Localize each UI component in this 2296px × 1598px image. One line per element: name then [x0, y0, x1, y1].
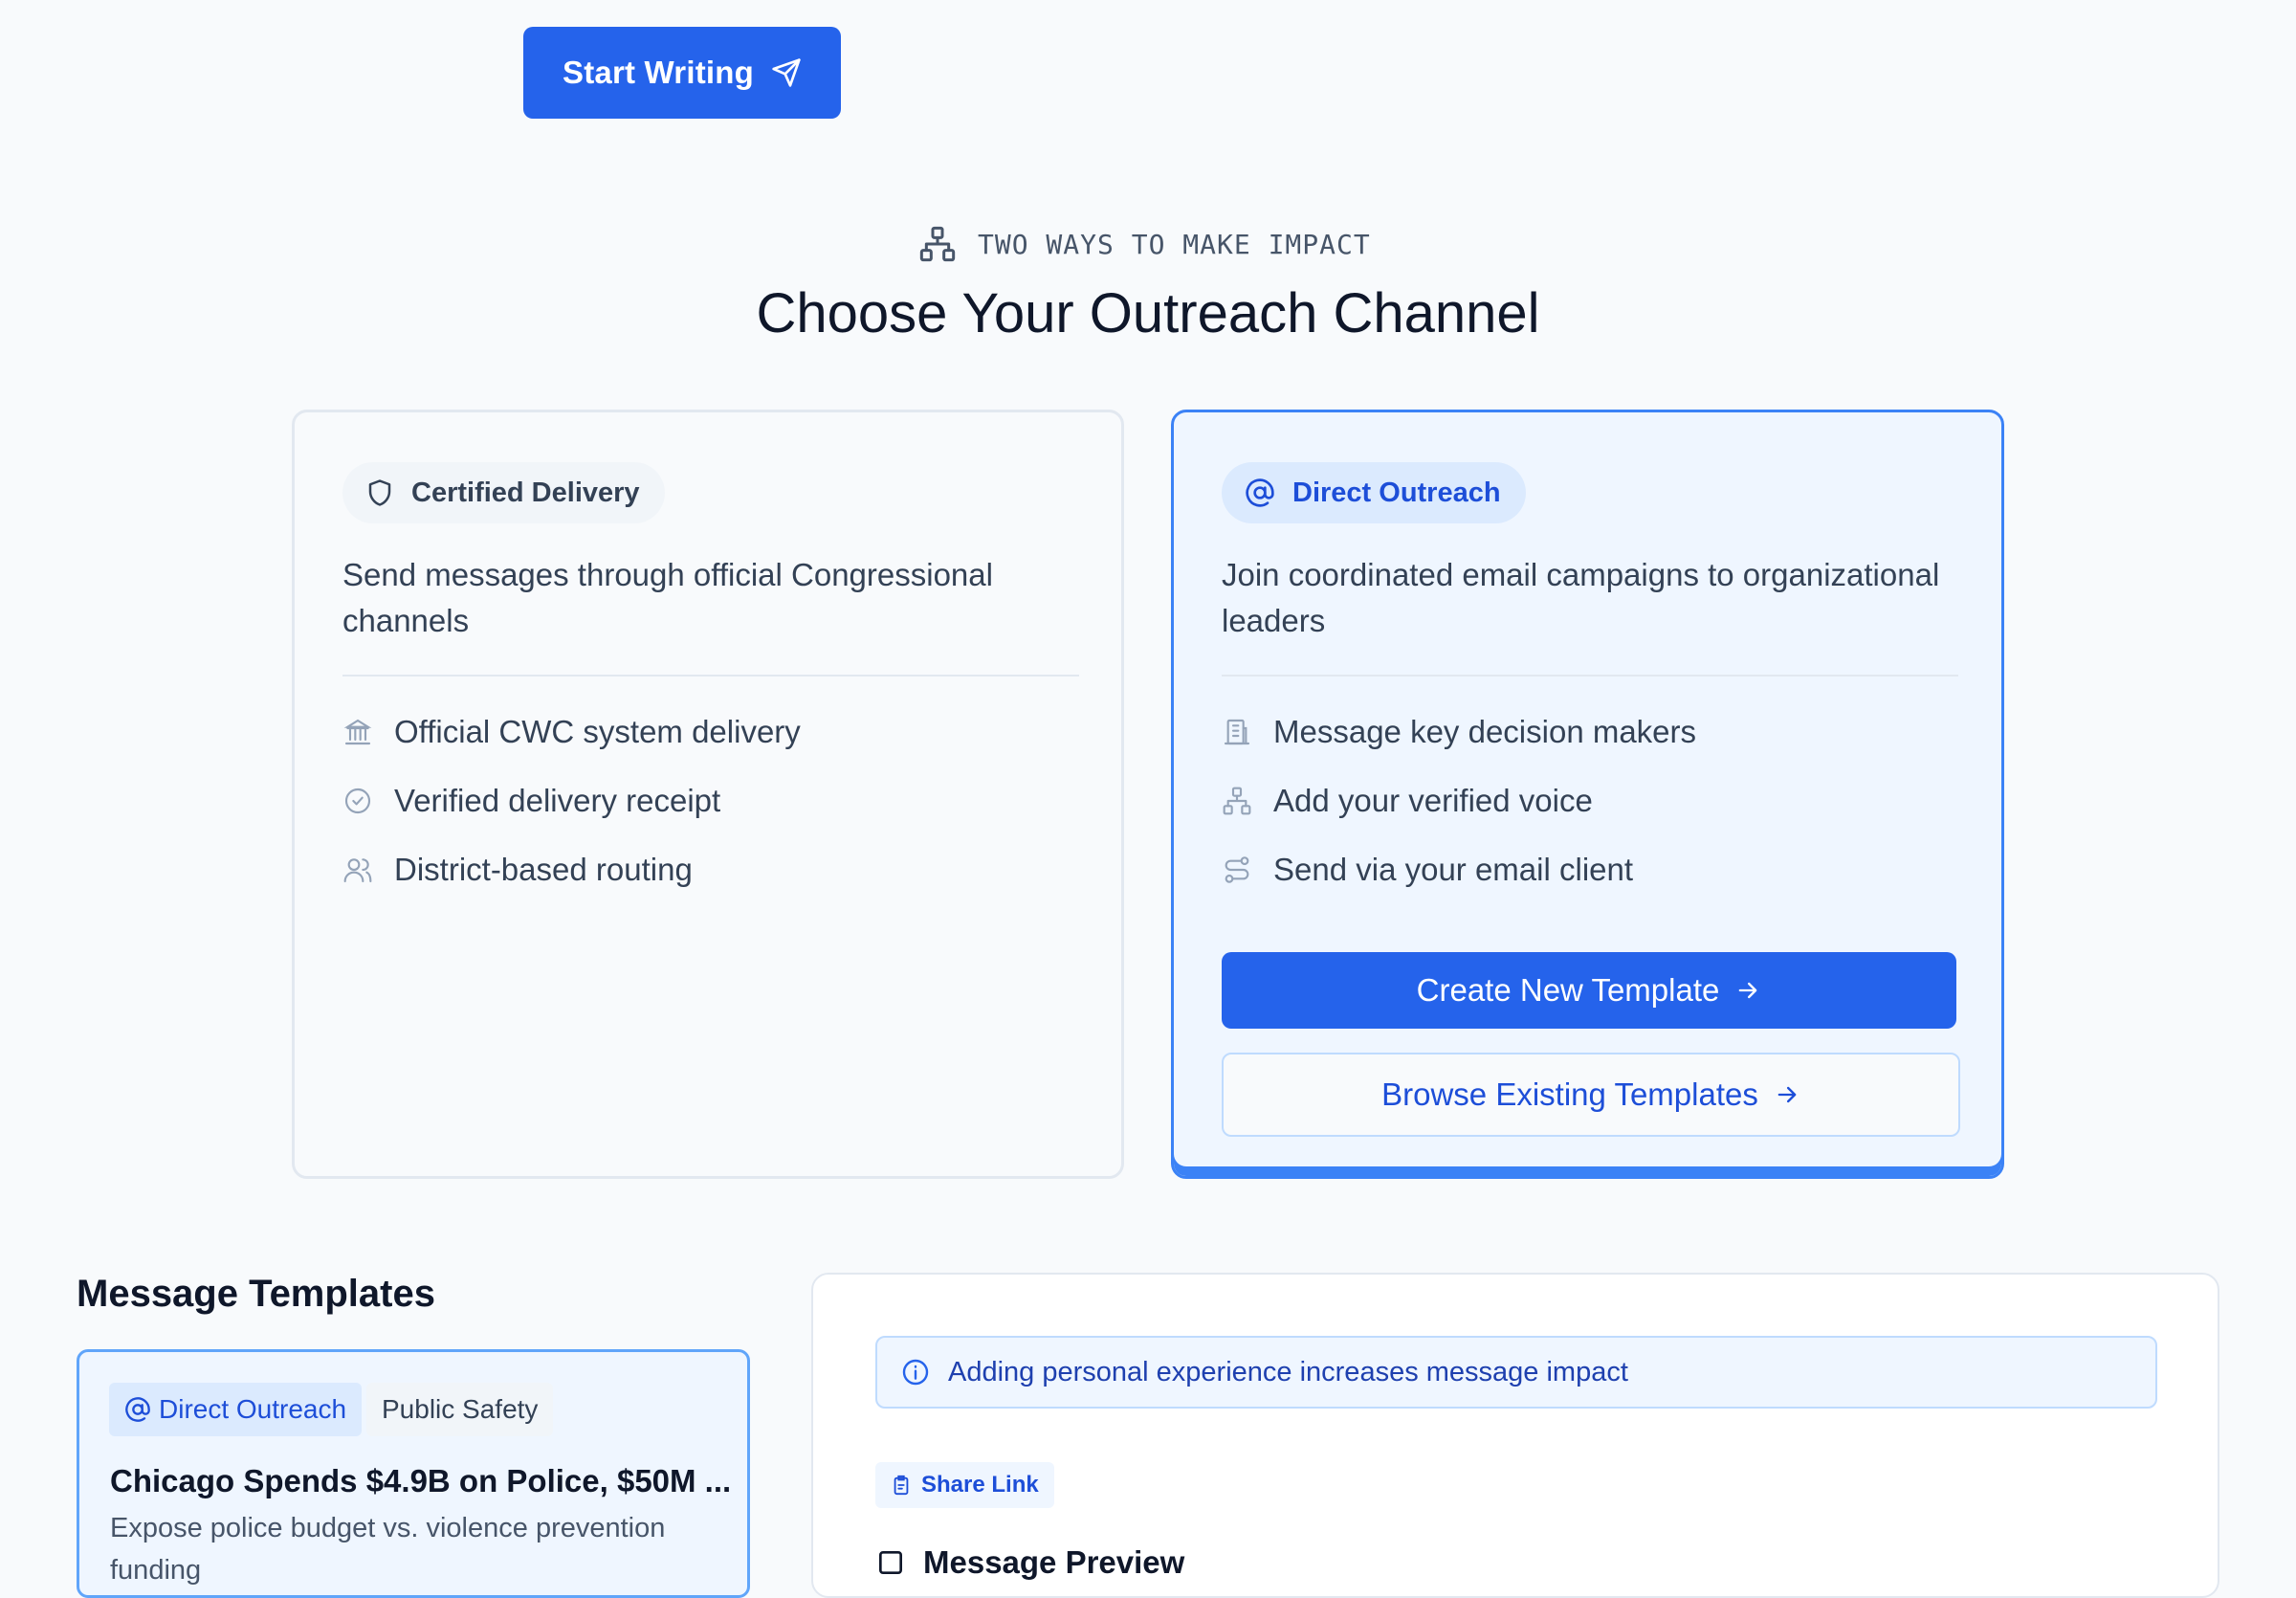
start-writing-label: Start Writing [563, 55, 754, 90]
feature-item: District-based routing [342, 847, 693, 893]
page-heading: Choose Your Outreach Channel [756, 282, 1540, 344]
network-icon [918, 225, 957, 263]
clipboard-icon [891, 1475, 912, 1496]
template-detail-panel: Adding personal experience increases mes… [811, 1273, 2219, 1598]
feature-item: Message key decision makers [1222, 709, 1696, 755]
network-icon [1222, 786, 1252, 816]
document-icon [875, 1547, 906, 1578]
direct-outreach-badge: Direct Outreach [1222, 462, 1526, 523]
tip-banner: Adding personal experience increases mes… [875, 1336, 2157, 1409]
certified-delivery-badge: Certified Delivery [342, 462, 665, 523]
at-sign-icon [1245, 477, 1275, 508]
browse-existing-templates-button[interactable]: Browse Existing Templates [1222, 1053, 1960, 1137]
template-description: Expose police budget vs. violence preven… [110, 1513, 666, 1586]
card-divider [1222, 675, 1958, 677]
shield-icon [365, 478, 394, 507]
create-new-template-button[interactable]: Create New Template [1222, 952, 1956, 1029]
certified-delivery-card[interactable]: Certified Delivery Send messages through… [292, 410, 1124, 1179]
arrow-right-icon [1734, 977, 1761, 1004]
send-icon [771, 57, 802, 88]
template-type-tag: Direct Outreach [109, 1383, 363, 1436]
landmark-icon [342, 717, 373, 747]
start-writing-button[interactable]: Start Writing [523, 27, 841, 119]
template-title: Chicago Spends $4.9B on Police, $50M ... [110, 1463, 732, 1498]
check-circle-icon [342, 786, 373, 816]
eyebrow-text: TWO WAYS TO MAKE IMPACT [978, 228, 1371, 260]
feature-item: Send via your email client [1222, 847, 1633, 893]
building-icon [1222, 717, 1252, 747]
arrow-right-icon [1774, 1081, 1800, 1108]
feature-item: Official CWC system delivery [342, 709, 801, 755]
feature-item: Add your verified voice [1222, 778, 1593, 824]
feature-item: Verified delivery receipt [342, 778, 720, 824]
message-preview-heading: Message Preview [875, 1544, 1184, 1581]
route-icon [1222, 854, 1252, 885]
share-link-button[interactable]: Share Link [875, 1462, 1054, 1508]
section-eyebrow: TWO WAYS TO MAKE IMPACT [918, 222, 1378, 266]
message-templates-title: Message Templates [77, 1273, 435, 1315]
template-category-tag: Public Safety [366, 1383, 554, 1436]
info-icon [900, 1357, 931, 1387]
direct-outreach-card[interactable]: Direct Outreach Join coordinated email c… [1171, 410, 2004, 1179]
users-icon [342, 854, 373, 885]
direct-description: Join coordinated email campaigns to orga… [1222, 557, 1940, 638]
card-divider [342, 675, 1079, 677]
template-card[interactable]: Direct Outreach Public Safety Chicago Sp… [77, 1349, 750, 1598]
at-sign-icon [124, 1396, 151, 1423]
certified-description: Send messages through official Congressi… [342, 557, 993, 638]
